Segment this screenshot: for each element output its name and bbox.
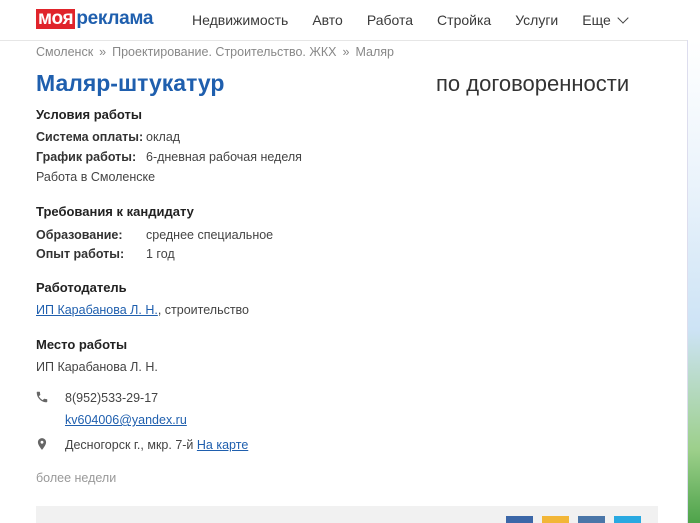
schedule-value: 6-дневная рабочая неделя	[146, 150, 302, 164]
logo-part-2: реклама	[76, 8, 154, 29]
education-value: среднее специальное	[146, 228, 274, 242]
conditions-heading: Условия работы	[36, 107, 142, 122]
posted-age: более недели	[36, 471, 117, 485]
nav-item-jobs[interactable]: Работа	[367, 12, 413, 28]
map-pin-icon	[37, 438, 47, 450]
nav-more-label: Еще	[582, 12, 611, 28]
email-link[interactable]: kv604006@yandex.ru	[65, 413, 187, 427]
main-nav: Недвижимость Авто Работа Стройка Услуги …	[192, 11, 651, 28]
employer-link[interactable]: ИП Карабанова Л. Н.	[36, 303, 158, 317]
work-city-text: Работа в Смоленске	[36, 170, 156, 184]
site-header: моя реклама Недвижимость Авто Работа Стр…	[0, 0, 700, 40]
nav-item-construction[interactable]: Стройка	[437, 12, 491, 28]
breadcrumb: Смоленск » Проектирование. Строительство. …	[36, 45, 394, 59]
share-facebook-button[interactable]	[506, 516, 533, 523]
share-telegram-button[interactable]	[614, 516, 641, 523]
map-link[interactable]: На карте	[197, 438, 248, 452]
side-ad-banner[interactable]	[687, 40, 700, 523]
logo-part-1: моя	[36, 8, 76, 29]
address-line: Десногорск г., мкр. 7-й На карте	[65, 438, 248, 452]
employer-industry: , строительство	[157, 303, 250, 317]
schedule-label: График работы:	[36, 150, 137, 164]
workplace-heading: Место работы	[36, 337, 128, 352]
nav-item-services[interactable]: Услуги	[515, 12, 558, 28]
requirements-heading: Требования к кандидату	[36, 204, 194, 219]
employer-line: ИП Карабанова Л. Н., строительство	[36, 303, 249, 317]
header-divider	[0, 40, 700, 41]
share-vk-button[interactable]	[578, 516, 605, 523]
job-title: Маляр-штукатур	[36, 70, 225, 96]
breadcrumb-current[interactable]: Маляр	[355, 45, 394, 59]
chevron-down-icon	[617, 11, 629, 24]
job-salary: по договоренности	[436, 71, 630, 96]
share-ok-button[interactable]	[542, 516, 569, 523]
nav-item-auto[interactable]: Авто	[312, 12, 343, 28]
breadcrumb-city[interactable]: Смоленск	[36, 45, 93, 59]
phone-icon	[36, 391, 48, 403]
nav-more-dropdown[interactable]: Еще	[582, 11, 629, 28]
address-text: Десногорск г., мкр. 7-й	[65, 438, 194, 452]
education-label: Образование:	[36, 228, 123, 242]
phone-number[interactable]: 8(952)533-29-17	[65, 391, 158, 405]
payment-value: оклад	[146, 130, 181, 144]
breadcrumb-separator: »	[342, 45, 350, 59]
site-logo[interactable]: моя реклама	[36, 8, 153, 30]
employer-heading: Работодатель	[36, 280, 127, 295]
experience-value: 1 год	[146, 247, 175, 261]
nav-item-realty[interactable]: Недвижимость	[192, 12, 288, 28]
breadcrumb-separator: »	[99, 45, 107, 59]
payment-label: Система оплаты:	[36, 130, 144, 144]
workplace-company: ИП Карабанова Л. Н.	[36, 360, 158, 374]
experience-label: Опыт работы:	[36, 247, 125, 261]
breadcrumb-category[interactable]: Проектирование. Строительство. ЖКХ	[112, 45, 336, 59]
email-line: kv604006@yandex.ru	[65, 413, 187, 427]
